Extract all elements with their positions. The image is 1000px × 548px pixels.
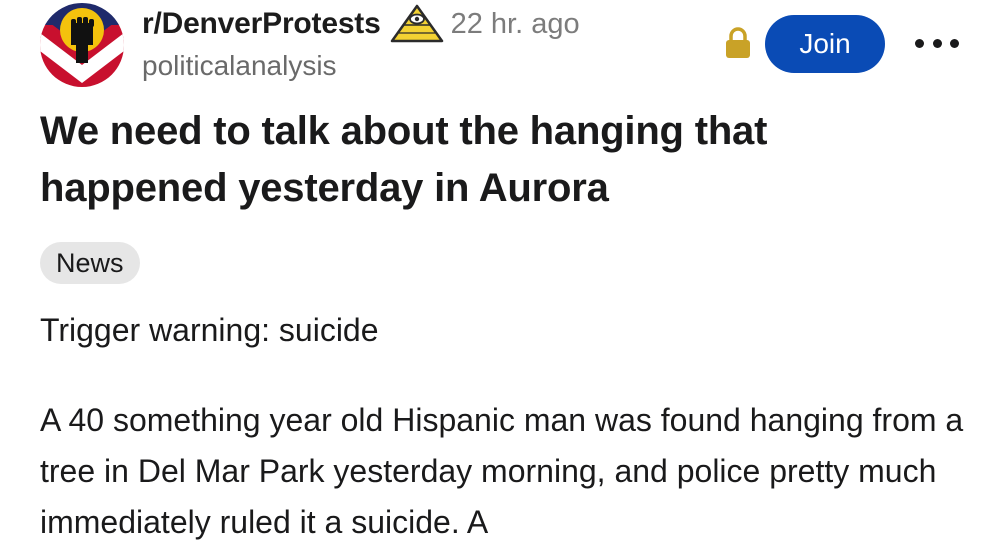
post-author-link[interactable]: politicalanalysis bbox=[142, 50, 580, 82]
lock-icon bbox=[724, 27, 752, 59]
more-dot bbox=[915, 38, 924, 48]
post-timestamp: 22 hr. ago bbox=[450, 7, 580, 40]
illuminati-pyramid-award-icon[interactable] bbox=[389, 3, 445, 45]
post-title[interactable]: We need to talk about the hanging that h… bbox=[40, 103, 960, 217]
subreddit-avatar[interactable] bbox=[40, 3, 124, 87]
post-flair-badge[interactable]: News bbox=[40, 242, 140, 284]
subreddit-name-link[interactable]: r/DenverProtests bbox=[142, 7, 381, 41]
raised-fist-avatar-icon bbox=[40, 3, 124, 87]
more-dot bbox=[932, 38, 942, 48]
meta-row: r/DenverProtests 22 hr. ago bbox=[142, 4, 580, 44]
post-meta: r/DenverProtests 22 hr. ago politicalana… bbox=[142, 4, 580, 82]
post-header: r/DenverProtests 22 hr. ago politicalana… bbox=[40, 0, 1000, 90]
join-button[interactable]: Join bbox=[765, 15, 885, 73]
reddit-post: r/DenverProtests 22 hr. ago politicalana… bbox=[0, 0, 1000, 545]
more-dot bbox=[950, 38, 959, 48]
more-options-icon[interactable] bbox=[915, 28, 959, 58]
trigger-warning-text: Trigger warning: suicide bbox=[40, 312, 379, 348]
post-body-text: A 40 something year old Hispanic man was… bbox=[40, 402, 964, 540]
